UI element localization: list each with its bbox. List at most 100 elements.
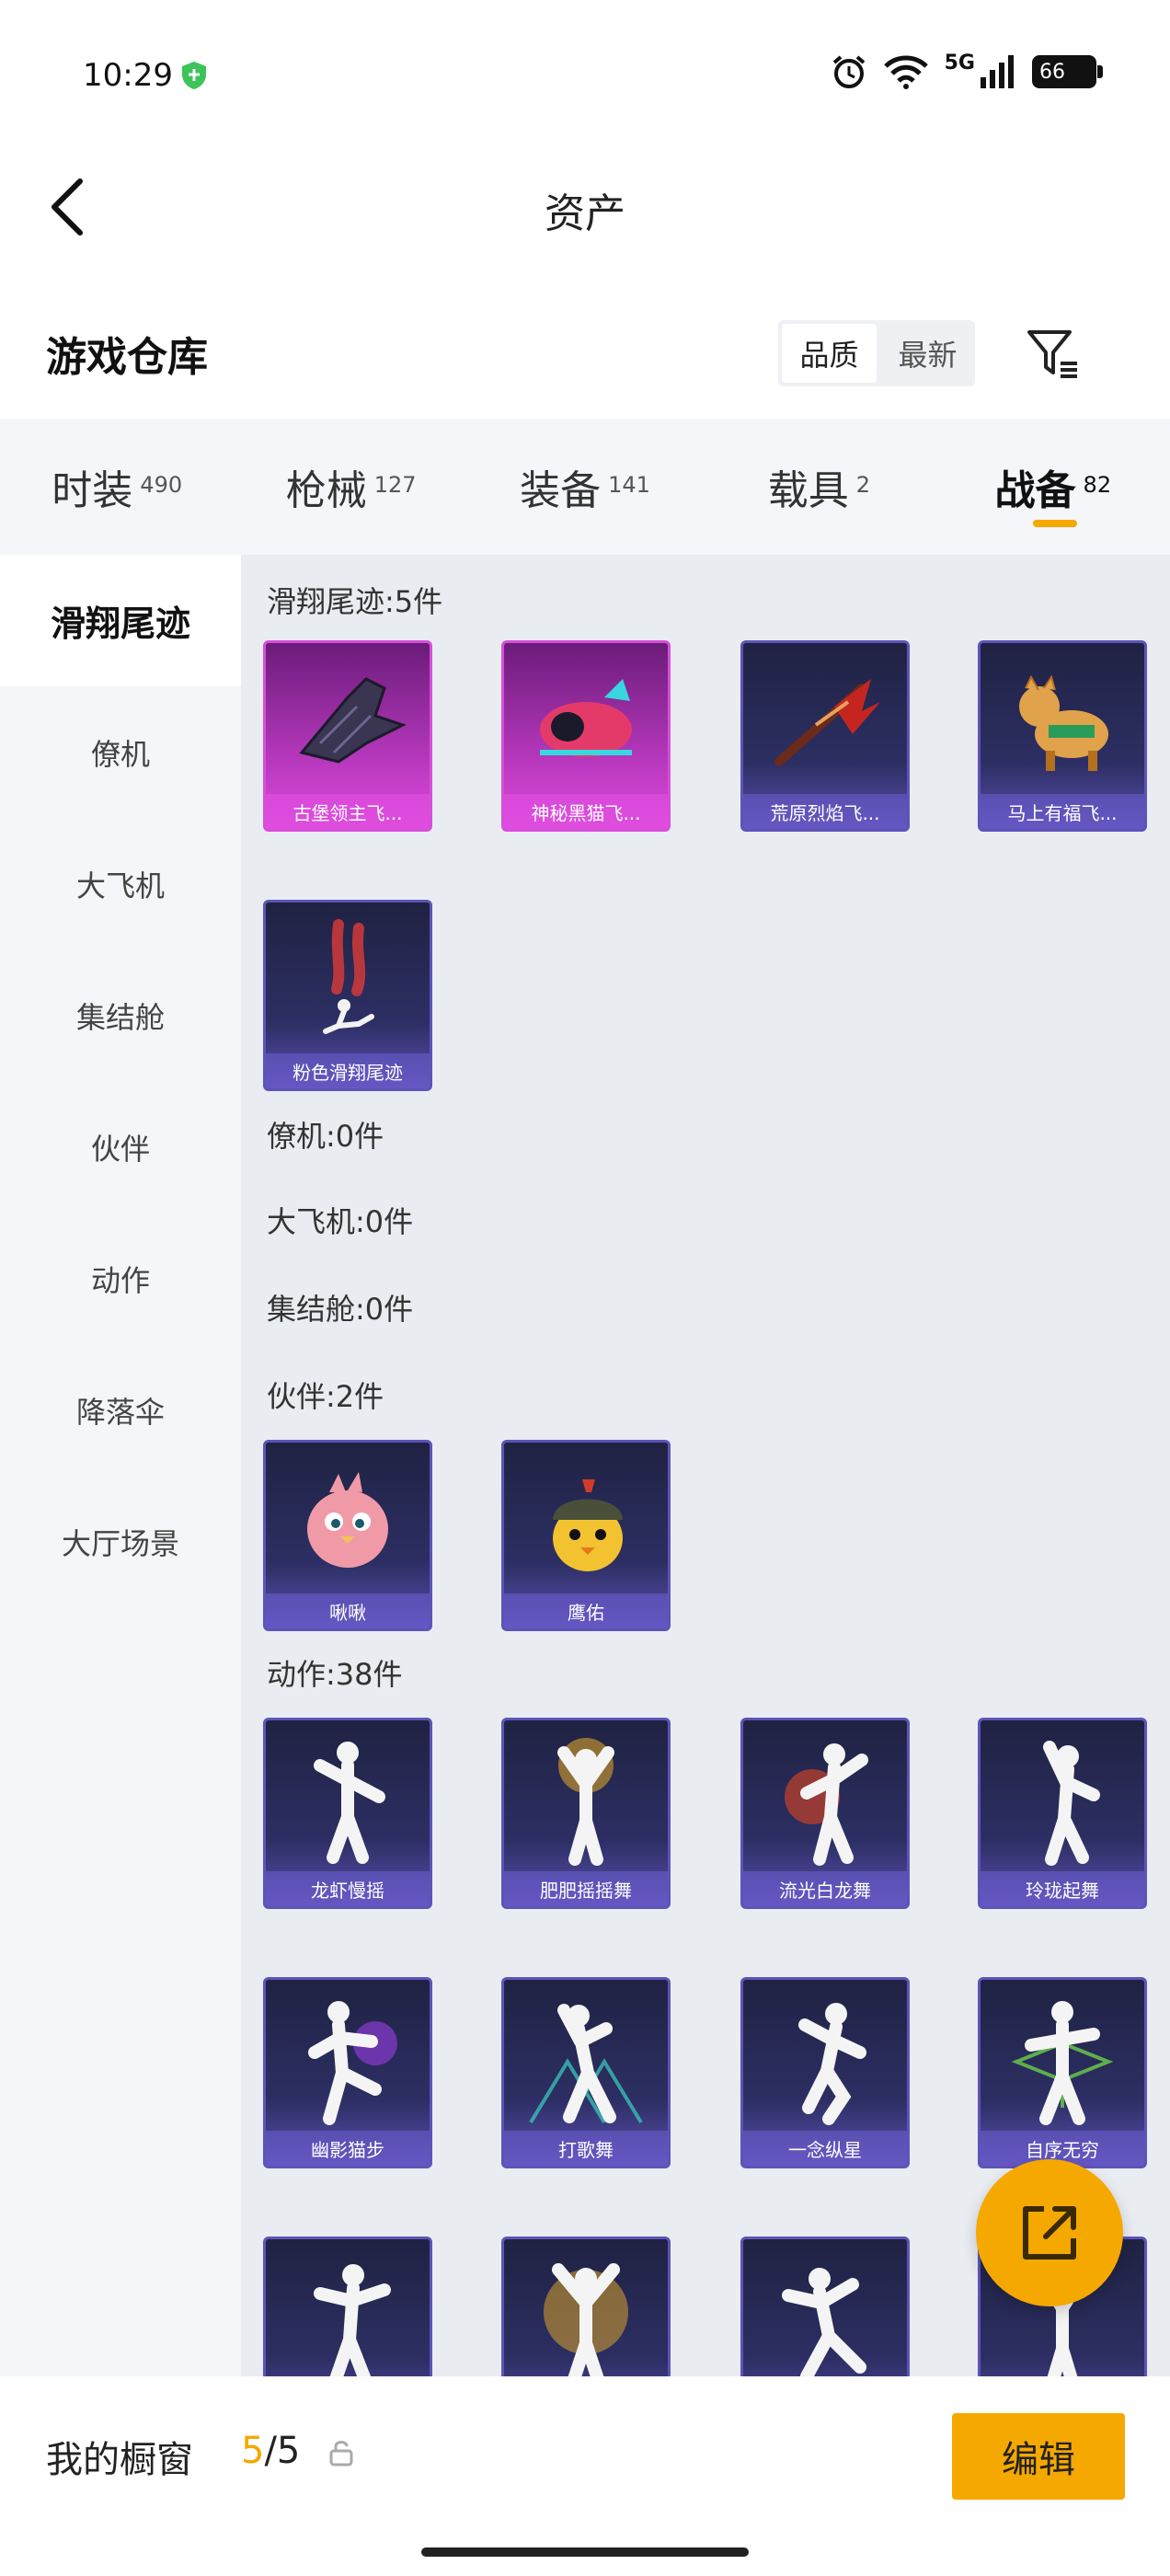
item-card[interactable] — [263, 2237, 432, 2376]
showcase-bar: 我的橱窗 5/5 编辑 — [0, 2376, 1170, 2576]
item-name: 龙虾慢摇 — [266, 1871, 430, 1906]
item-name: 流光白龙舞 — [743, 1871, 907, 1906]
share-external-icon — [1023, 2206, 1076, 2260]
cat-plane-glider-icon — [504, 643, 668, 798]
item-card[interactable] — [501, 2237, 671, 2376]
item-name: 打歌舞 — [504, 2131, 668, 2166]
warehouse-header: 游戏仓库 品质 最新 — [0, 304, 1170, 405]
pink-bird-icon — [266, 1443, 430, 1597]
sort-toggle: 品质 最新 — [778, 320, 975, 386]
item-card[interactable]: 打歌舞 — [501, 1977, 671, 2168]
subcategory-sidebar: 滑翔尾迹 僚机 大飞机 集结舱 伙伴 动作 降落伞 大厅场景 — [0, 555, 241, 2376]
dance-pose-icon — [266, 2239, 430, 2376]
sidebar-item-wingman[interactable]: 僚机 — [0, 686, 241, 818]
item-card[interactable]: 马上有福飞... — [978, 640, 1147, 832]
section-title-plane: 大飞机:0件 — [267, 1204, 414, 1239]
item-card[interactable]: 神秘黑猫飞... — [501, 640, 671, 832]
tab-equipment[interactable]: 装备 141 — [468, 419, 702, 555]
item-card[interactable]: 一念纵星 — [740, 1977, 910, 2168]
tab-count: 127 — [373, 472, 417, 498]
network-label: 5G — [944, 51, 975, 75]
dance-pose-icon — [504, 1980, 668, 2134]
dance-pose-icon — [266, 1720, 430, 1875]
item-name: 马上有福飞... — [981, 794, 1144, 829]
wifi-icon — [883, 55, 928, 89]
sort-by-quality-button[interactable]: 品质 — [782, 324, 877, 383]
item-card[interactable]: 啾啾 — [263, 1440, 432, 1631]
item-card[interactable]: 龙虾慢摇 — [263, 1718, 432, 1909]
tab-count: 141 — [608, 472, 650, 498]
edit-button[interactable]: 编辑 — [952, 2413, 1125, 2500]
horse-glider-icon — [981, 643, 1144, 798]
battery-level: 66 — [1039, 60, 1065, 84]
item-card[interactable]: 鹰佑 — [501, 1440, 671, 1631]
shield-icon — [182, 62, 206, 89]
warehouse-title: 游戏仓库 — [46, 334, 208, 381]
status-bar: 10:29 5G 66 — [0, 0, 1170, 147]
dance-pose-icon — [981, 1720, 1144, 1875]
item-name: 粉色滑翔尾迹 — [266, 1053, 430, 1088]
item-name: 啾啾 — [266, 1593, 430, 1628]
item-card[interactable]: 流光白龙舞 — [740, 1718, 910, 1909]
tab-label: 装备 — [520, 467, 602, 514]
section-title-emote: 动作:38件 — [267, 1657, 403, 1692]
dance-pose-icon — [981, 1980, 1144, 2134]
status-time: 10:29 — [83, 57, 173, 94]
item-card[interactable] — [740, 2237, 910, 2376]
tab-count: 82 — [1083, 472, 1112, 498]
sort-by-newest-button[interactable]: 最新 — [880, 320, 975, 386]
share-fab-button[interactable] — [976, 2159, 1123, 2306]
tab-count: 2 — [855, 472, 871, 498]
tab-weapons[interactable]: 枪械 127 — [234, 419, 467, 555]
item-card[interactable]: 粉色滑翔尾迹 — [263, 900, 432, 1091]
dance-pose-icon — [266, 1980, 430, 2134]
showcase-total: /5 — [264, 2430, 301, 2472]
battery-icon: 66 — [1032, 55, 1103, 88]
page-title: 资产 — [545, 190, 625, 237]
bat-wing-glider-icon — [266, 643, 430, 798]
item-name: 鹰佑 — [504, 1593, 668, 1628]
tab-label: 时装 — [52, 467, 133, 514]
tab-costume[interactable]: 时装 490 — [0, 419, 234, 555]
tab-vehicles[interactable]: 载具 2 — [702, 419, 935, 555]
section-title-pod: 集结舱:0件 — [267, 1292, 414, 1327]
sidebar-item-lobby-scene[interactable]: 大厅场景 — [0, 1476, 241, 1607]
item-card[interactable]: 古堡领主飞... — [263, 640, 432, 832]
home-indicator[interactable] — [421, 2547, 749, 2557]
item-card[interactable]: 玲珑起舞 — [978, 1718, 1147, 1909]
item-card[interactable]: 肥肥摇摇舞 — [501, 1718, 671, 1909]
showcase-count: 5/5 — [241, 2430, 300, 2472]
filter-button[interactable] — [1021, 322, 1085, 386]
status-icons: 5G 66 — [831, 51, 1103, 90]
item-name: 荒原烈焰飞... — [743, 794, 907, 829]
sidebar-item-partner[interactable]: 伙伴 — [0, 1081, 241, 1213]
sidebar-item-emote[interactable]: 动作 — [0, 1213, 241, 1344]
item-name: 肥肥摇摇舞 — [504, 1871, 668, 1906]
tab-label: 战备 — [994, 467, 1076, 514]
item-card[interactable]: 幽影猫步 — [263, 1977, 432, 2168]
dance-pose-icon — [504, 2239, 668, 2376]
item-name: 神秘黑猫飞... — [504, 794, 668, 829]
dance-pose-icon — [743, 1720, 907, 1875]
tab-label: 载具 — [767, 467, 849, 514]
showcase-label: 我的橱窗 — [46, 2439, 193, 2481]
item-name: 古堡领主飞... — [266, 794, 430, 829]
tab-count: 490 — [140, 472, 183, 498]
lock-icon — [329, 2441, 353, 2467]
sidebar-item-glide-trail[interactable]: 滑翔尾迹 — [0, 555, 241, 686]
tab-battle-gear[interactable]: 战备 82 — [936, 419, 1170, 555]
item-name: 玲珑起舞 — [981, 1871, 1144, 1906]
dance-pose-icon — [743, 1980, 907, 2134]
sidebar-item-rally-pod[interactable]: 集结舱 — [0, 949, 241, 1081]
sidebar-item-big-plane[interactable]: 大飞机 — [0, 818, 241, 949]
pink-smoke-trail-icon — [266, 903, 430, 1057]
item-card[interactable]: 自序无穷 — [978, 1977, 1147, 2168]
showcase-current: 5 — [241, 2430, 265, 2472]
item-grid: 滑翔尾迹:5件 古堡领主飞... 神秘黑猫飞... 荒原烈焰飞... 马上有福飞… — [241, 555, 1170, 2376]
sidebar-item-parachute[interactable]: 降落伞 — [0, 1344, 241, 1476]
item-card[interactable]: 荒原烈焰飞... — [740, 640, 910, 832]
helmet-chick-icon — [504, 1443, 668, 1597]
alarm-icon — [832, 55, 865, 88]
section-title-partner: 伙伴:2件 — [267, 1379, 384, 1414]
dance-pose-icon — [743, 2239, 907, 2376]
